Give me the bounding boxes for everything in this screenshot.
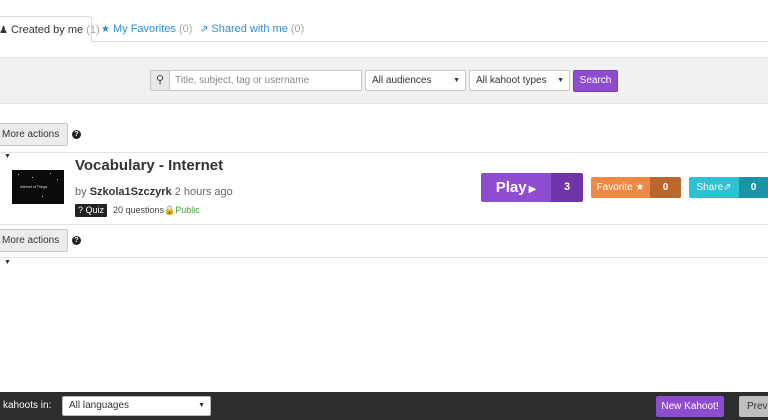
favorite-button[interactable]: Favorite ★ 0 (591, 177, 681, 198)
question-mark-icon: ? (78, 205, 84, 215)
play-button[interactable]: Play ▶ 3 (481, 173, 583, 202)
thumbnail-star (18, 174, 19, 175)
footer-label: kahoots in: (3, 400, 52, 411)
filter-bar: ⚲ All audiences ▼ All kahoot types ▼ Sea… (0, 57, 768, 104)
search-icon: ⚲ (150, 70, 170, 91)
question-count: 20 questions (113, 205, 165, 215)
divider (0, 257, 768, 258)
chevron-down-icon: ▼ (198, 402, 205, 409)
language-select[interactable]: All languages ▼ (62, 396, 211, 416)
tab-count: (1) (86, 24, 100, 36)
chevron-down-icon: ▼ (4, 153, 11, 160)
search-input[interactable] (169, 70, 362, 91)
favorite-label: Favorite (596, 182, 633, 193)
star-icon: ★ (101, 24, 110, 35)
more-actions-button[interactable]: More actions ▼ (0, 229, 68, 266)
favorite-label-wrap: Favorite ★ (591, 177, 650, 198)
kahoot-meta: by Szkola1Szczyrk 2 hours ago (75, 186, 233, 198)
share-button[interactable]: Share⇗ 0 (689, 177, 768, 198)
tab-shared-with-me[interactable]: ⇗ Shared with me (0) (200, 16, 304, 43)
kahoot-thumbnail[interactable]: Internet of Things (12, 170, 64, 204)
audience-select-value: All audiences (372, 75, 432, 86)
more-actions-label: More actions (2, 129, 60, 140)
share-icon: ⇗ (723, 182, 732, 193)
lock-icon: 🔒 (164, 205, 176, 215)
footer-bar: kahoots in: All languages ▼ New Kahoot! … (0, 392, 768, 420)
more-actions-button[interactable]: More actions ▼ (0, 123, 68, 160)
quiz-badge-label: Quiz (85, 205, 105, 215)
by-label: by (75, 186, 87, 198)
audience-select[interactable]: All audiences ▼ (365, 70, 466, 91)
chevron-down-icon: ▼ (557, 77, 564, 84)
share-count: 0 (739, 177, 768, 198)
new-kahoot-button[interactable]: New Kahoot! (656, 396, 724, 417)
user-icon: ♟ (0, 25, 8, 36)
tab-label: Created by me (10, 24, 84, 36)
play-arrow-icon: ▶ (528, 184, 537, 195)
language-select-value: All languages (69, 400, 130, 411)
thumbnail-star (32, 177, 33, 178)
quiz-badge: ? Quiz (75, 204, 108, 217)
search-button[interactable]: Search (573, 70, 618, 92)
kahoot-type-select-value: All kahoot types (476, 75, 547, 86)
play-label-wrap: Play ▶ (481, 173, 551, 202)
play-count: 3 (551, 173, 583, 202)
kahoot-type-select[interactable]: All kahoot types ▼ (469, 70, 570, 91)
prev-button[interactable]: Prev (739, 396, 768, 417)
help-icon[interactable]: ? (72, 130, 81, 139)
share-label: Share (696, 182, 724, 193)
thumbnail-star (42, 196, 43, 197)
favorite-count: 0 (650, 177, 681, 198)
tab-label: My Favorites (112, 23, 176, 35)
more-actions-label: More actions (2, 235, 60, 246)
share-label-wrap: Share⇗ (689, 177, 739, 198)
thumbnail-title: Internet of Things (20, 185, 48, 189)
library-tabs: ♟ Created by me (1) ★ My Favorites (0) ⇗ Sh… (0, 0, 768, 43)
star-icon: ★ (635, 182, 645, 193)
author-link[interactable]: Szkola1Szczyrk (90, 186, 172, 198)
created-time: 2 hours ago (174, 186, 233, 198)
chevron-down-icon: ▼ (453, 77, 460, 84)
kahoot-library-page: ♟ Created by me (1) ★ My Favorites (0) ⇗ Sh… (0, 0, 768, 420)
tab-count: (0) (290, 23, 305, 35)
tab-label: Shared with me (211, 23, 288, 35)
visibility-label: 🔒Public (164, 205, 200, 216)
tab-count: (0) (179, 23, 193, 35)
thumbnail-star (57, 179, 58, 180)
kahoot-title[interactable]: Vocabulary - Internet (75, 157, 223, 174)
play-label: Play (495, 179, 527, 196)
divider (0, 152, 768, 153)
tab-my-favorites[interactable]: ★ My Favorites (0) (101, 16, 192, 43)
chevron-down-icon: ▼ (4, 259, 11, 266)
tab-created-by-me[interactable]: ♟ Created by me (1) (0, 16, 100, 43)
help-icon[interactable]: ? (72, 236, 81, 245)
divider (0, 224, 768, 225)
share-icon: ⇗ (200, 24, 209, 35)
thumbnail-star (50, 173, 51, 174)
visibility-text: Public (175, 205, 200, 215)
